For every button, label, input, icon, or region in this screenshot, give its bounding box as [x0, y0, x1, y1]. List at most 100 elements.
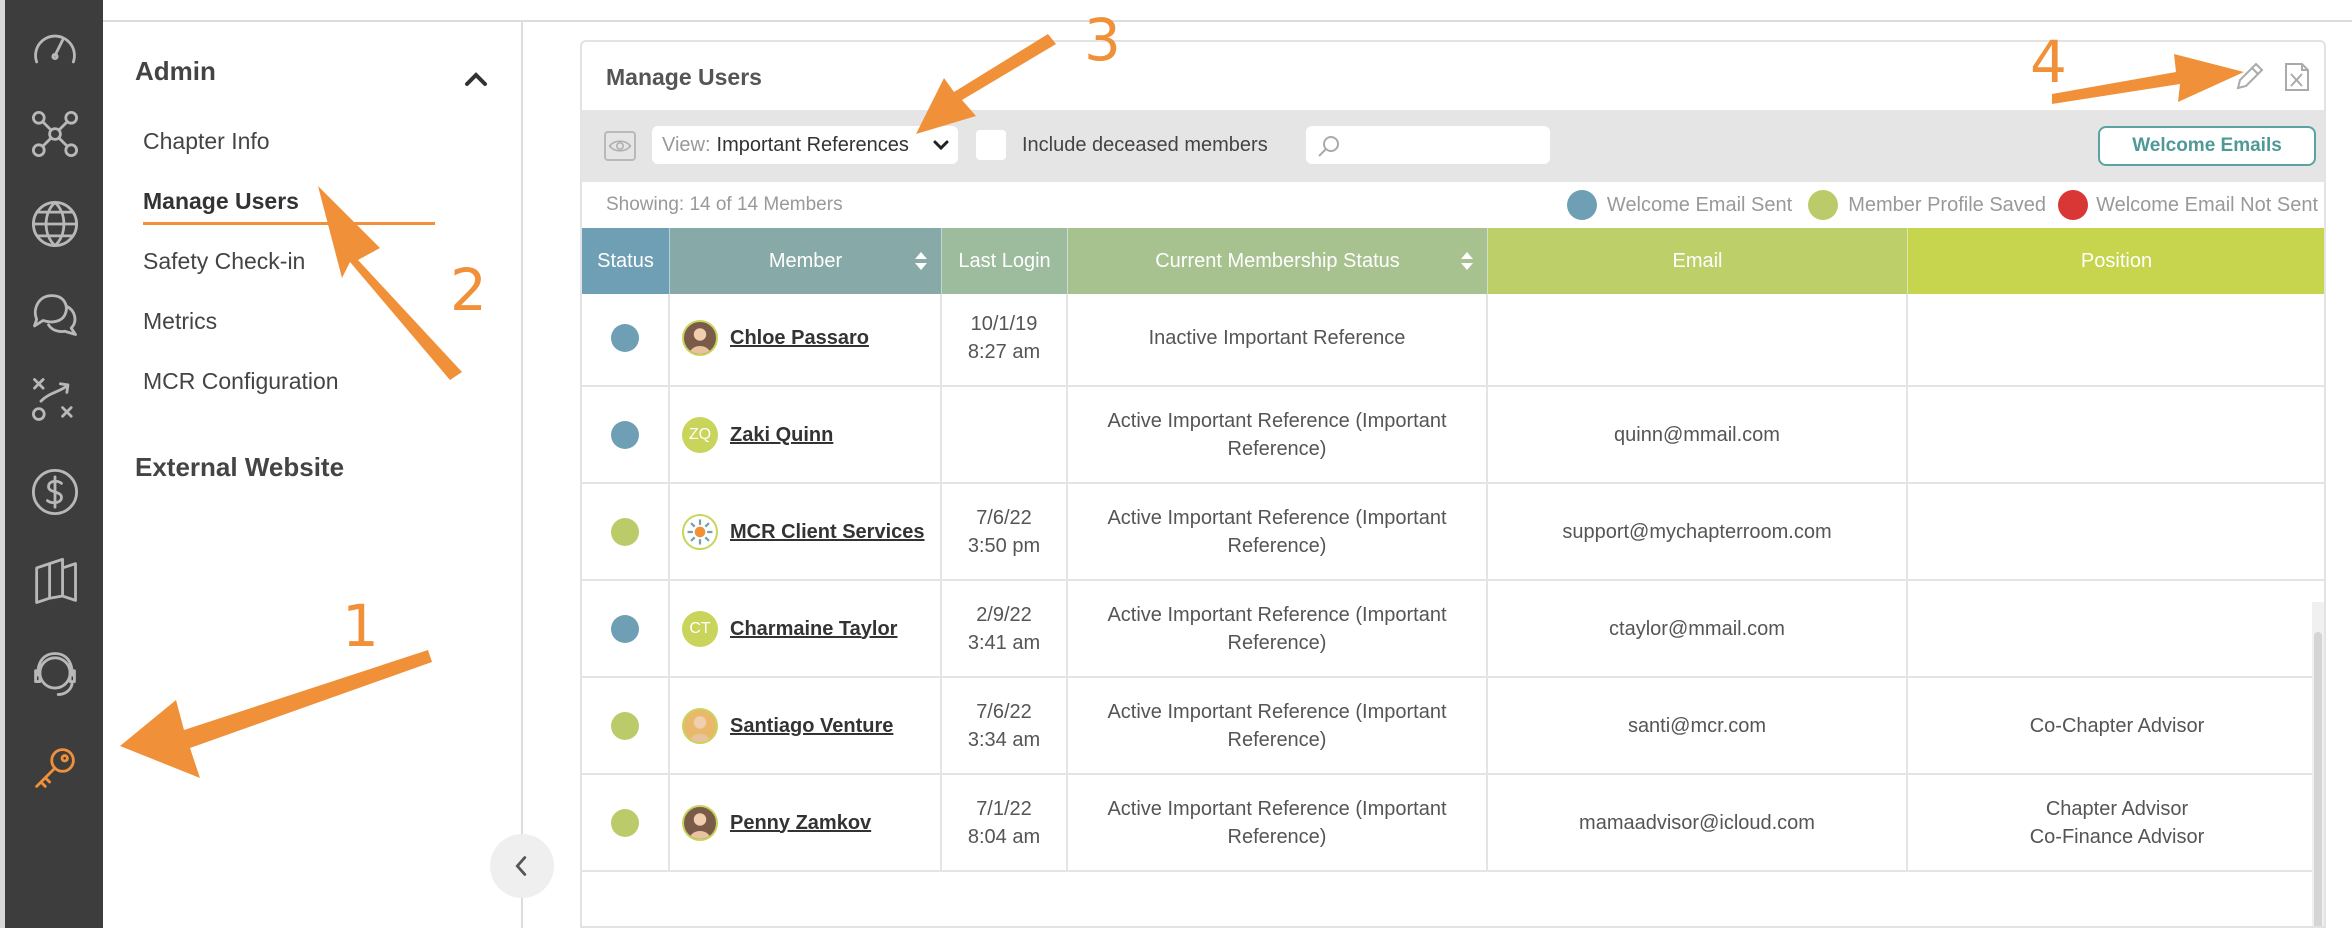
annotation-number-3: 3 [1084, 6, 1121, 74]
avatar[interactable]: ZQ [682, 416, 718, 453]
avatar[interactable] [682, 319, 718, 356]
last-login-cell-text: 7/6/22 3:34 am [967, 700, 1041, 751]
column-header-label: Position [2080, 249, 2153, 272]
active-item-underline [143, 222, 435, 225]
menu-item-metrics[interactable]: Metrics [143, 308, 217, 335]
strategy-icon[interactable] [25, 370, 85, 430]
email-cell: quinn@mmail.com [1488, 387, 1908, 482]
admin-section-title[interactable]: Admin [135, 56, 216, 87]
external-website-title[interactable]: External Website [135, 452, 344, 483]
chevron-up-icon[interactable] [461, 64, 491, 94]
position-cell-text: Co-Chapter Advisor [2029, 714, 2205, 737]
scrollbar-thumb[interactable] [2314, 632, 2322, 926]
email-cell-text: support@mychapterroom.com [1562, 520, 1832, 543]
member-cell: CT Charmaine Taylor [670, 581, 942, 676]
menu-item-mcr-configuration[interactable]: MCR Configuration [143, 368, 339, 395]
dashboard-icon[interactable] [25, 20, 85, 80]
status-dot[interactable] [611, 420, 639, 449]
status-dot[interactable] [611, 711, 639, 740]
eye-icon[interactable] [604, 131, 636, 161]
avatar[interactable] [682, 804, 718, 841]
status-cell [582, 581, 670, 676]
membership-status-cell-text: Active Important Reference (Important Re… [1107, 409, 1447, 460]
legend-label-saved: Member Profile Saved [1848, 193, 2047, 216]
legend-dot-saved [1808, 190, 1839, 220]
support-icon[interactable] [25, 644, 85, 704]
panel-toolbar [2232, 60, 2314, 94]
avatar[interactable] [682, 513, 718, 550]
position-cell-text: Chapter Advisor Co-Finance Advisor [2029, 797, 2205, 848]
table-row[interactable]: Santiago Venture 7/6/22 3:34 am Active Imp… [582, 678, 2324, 775]
network-icon[interactable] [25, 104, 85, 164]
column-header-label: Last Login [958, 249, 1051, 272]
avatar[interactable]: CT [682, 610, 718, 647]
last-login-cell-text: 2/9/22 3:41 am [967, 603, 1041, 654]
menu-item-safety-check-in[interactable]: Safety Check-in [143, 248, 305, 275]
membership-status-cell-text: Active Important Reference (Important Re… [1107, 797, 1447, 848]
key-icon[interactable] [25, 738, 85, 798]
globe-icon[interactable] [25, 194, 85, 254]
table-row[interactable]: MCR Client Services 7/6/22 3:50 pm Active … [582, 484, 2324, 581]
panel-title: Manage Users [606, 64, 762, 90]
table-row[interactable]: ZQ Zaki Quinn Active Important Reference (… [582, 387, 2324, 484]
table-row[interactable]: Chloe Passaro 10/1/19 8:27 am Inactive Imp… [582, 290, 2324, 387]
status-dot[interactable] [611, 517, 639, 546]
email-cell: santi@mcr.com [1488, 678, 1908, 773]
member-cell: Santiago Venture [670, 678, 942, 773]
status-dot[interactable] [611, 323, 639, 352]
chat-icon[interactable] [25, 284, 85, 344]
avatar[interactable] [682, 707, 718, 744]
books-icon[interactable] [25, 552, 85, 612]
legend-label-not-sent: Welcome Email Not Sent [2096, 193, 2318, 216]
filter-bar: View: Important References Include decea… [582, 110, 2324, 182]
last-login-cell-text: 7/6/22 3:50 pm [967, 506, 1041, 557]
column-header-email[interactable]: Email [1488, 228, 1908, 294]
status-dot[interactable] [611, 614, 639, 643]
member-name-link[interactable]: MCR Client Services [730, 518, 925, 546]
export-excel-icon[interactable] [2280, 60, 2314, 94]
legend-dot-sent [1566, 190, 1597, 220]
column-header-status[interactable]: Status [582, 228, 670, 294]
email-cell-text: mamaadvisor@icloud.com [1579, 811, 1815, 834]
column-header-label: Email [1672, 249, 1723, 272]
membership-status-cell: Active Important Reference (Important Re… [1068, 775, 1488, 870]
position-cell [1908, 581, 2324, 676]
email-cell: support@mychapterroom.com [1488, 484, 1908, 579]
menu-item-manage-users[interactable]: Manage Users [143, 188, 299, 215]
icon-rail [0, 0, 103, 928]
column-header-last-login[interactable]: Last Login [942, 228, 1068, 294]
status-cell [582, 484, 670, 579]
status-cell [582, 290, 670, 385]
column-header-membership-status[interactable]: Current Membership Status [1068, 228, 1488, 294]
member-name-link[interactable]: Charmaine Taylor [730, 615, 897, 643]
member-name-link[interactable]: Chloe Passaro [730, 324, 869, 352]
status-dot[interactable] [611, 808, 639, 837]
member-name-link[interactable]: Zaki Quinn [730, 421, 833, 449]
table-row[interactable]: Penny Zamkov 7/1/22 8:04 am Active Importa… [582, 775, 2324, 872]
status-cell [582, 387, 670, 482]
include-deceased-checkbox[interactable] [976, 130, 1006, 160]
dollar-icon[interactable] [25, 462, 85, 522]
member-name-link[interactable]: Penny Zamkov [730, 809, 871, 837]
collapse-sidebar-button[interactable] [490, 834, 554, 898]
legend-dot-not-sent [2058, 190, 2089, 220]
view-select[interactable]: View: Important References [652, 126, 958, 164]
column-header-position[interactable]: Position [1908, 228, 2324, 294]
column-header-member[interactable]: Member [670, 228, 942, 294]
edit-icon[interactable] [2232, 60, 2266, 94]
last-login-cell: 7/6/22 3:50 pm [942, 484, 1068, 579]
table-row[interactable]: CT Charmaine Taylor 2/9/22 3:41 am Active I… [582, 581, 2324, 678]
member-name-link[interactable]: Santiago Venture [730, 712, 893, 740]
last-login-cell: 7/1/22 8:04 am [942, 775, 1068, 870]
membership-status-cell-text: Active Important Reference (Important Re… [1107, 603, 1447, 654]
menu-item-chapter-info[interactable]: Chapter Info [143, 128, 270, 155]
membership-status-cell: Inactive Important Reference [1068, 290, 1488, 385]
search-input[interactable] [1306, 126, 1550, 164]
last-login-cell: 7/6/22 3:34 am [942, 678, 1068, 773]
email-cell-text: quinn@mmail.com [1614, 423, 1780, 446]
membership-status-cell-text: Active Important Reference (Important Re… [1107, 506, 1447, 557]
membership-status-cell: Active Important Reference (Important Re… [1068, 581, 1488, 676]
position-cell: Co-Chapter Advisor [1908, 678, 2324, 773]
showing-count: Showing: 14 of 14 Members [606, 194, 843, 215]
welcome-emails-button[interactable]: Welcome Emails [2098, 126, 2316, 166]
